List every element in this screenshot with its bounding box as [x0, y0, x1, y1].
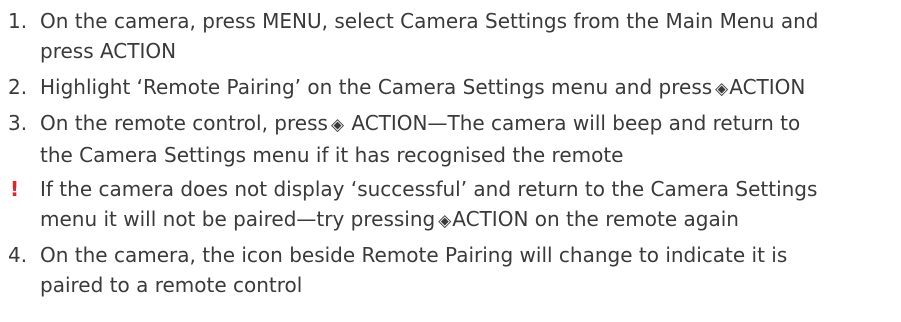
step-text-line: On the camera, press MENU, select Camera…: [40, 9, 819, 33]
step-text-line: the Camera Settings menu if it has recog…: [40, 143, 624, 167]
step-text-line: Highlight ‘Remote Pairing’ on the Camera…: [40, 72, 895, 104]
step-number: 3.: [8, 111, 28, 135]
step-number: 4.: [8, 243, 28, 267]
step-text-line: paired to a remote control: [40, 273, 303, 297]
warning-icon: !: [10, 177, 20, 201]
step-text-line: On the camera, the icon beside Remote Pa…: [40, 243, 788, 267]
step-text: On the remote control, press: [40, 111, 328, 135]
action-button-icon: ◈: [715, 79, 729, 99]
warning-text: menu it will not be paired—try pressing: [40, 207, 436, 231]
warning-text-line: If the camera does not display ‘successf…: [40, 177, 818, 201]
list-item-step-1: 1. On the camera, press MENU, select Cam…: [0, 6, 895, 66]
step-text-line: On the remote control, press ◈ ACTION—The…: [40, 108, 895, 140]
step-number: 2.: [8, 75, 28, 99]
instruction-list: 1. On the camera, press MENU, select Cam…: [0, 0, 901, 322]
step-text: ACTION: [729, 75, 806, 99]
list-item-step-3: 3. On the remote control, press ◈ ACTION—…: [0, 108, 895, 170]
list-item-step-2: 2. Highlight ‘Remote Pairing’ on the Cam…: [0, 72, 895, 104]
step-text: ACTION—The camera will beep and return t…: [345, 111, 801, 135]
action-button-icon: ◈: [438, 211, 452, 231]
list-item-step-4: 4. On the camera, the icon beside Remote…: [0, 240, 895, 300]
step-text: Highlight ‘Remote Pairing’ on the Camera…: [40, 75, 713, 99]
step-text-line: press ACTION: [40, 39, 177, 63]
warning-note: ! If the camera does not display ‘succes…: [0, 174, 895, 236]
action-button-icon: ◈: [330, 115, 345, 135]
warning-text: ACTION on the remote again: [452, 207, 739, 231]
warning-text-line: menu it will not be paired—try pressing ◈…: [40, 204, 895, 236]
step-number: 1.: [8, 9, 28, 33]
